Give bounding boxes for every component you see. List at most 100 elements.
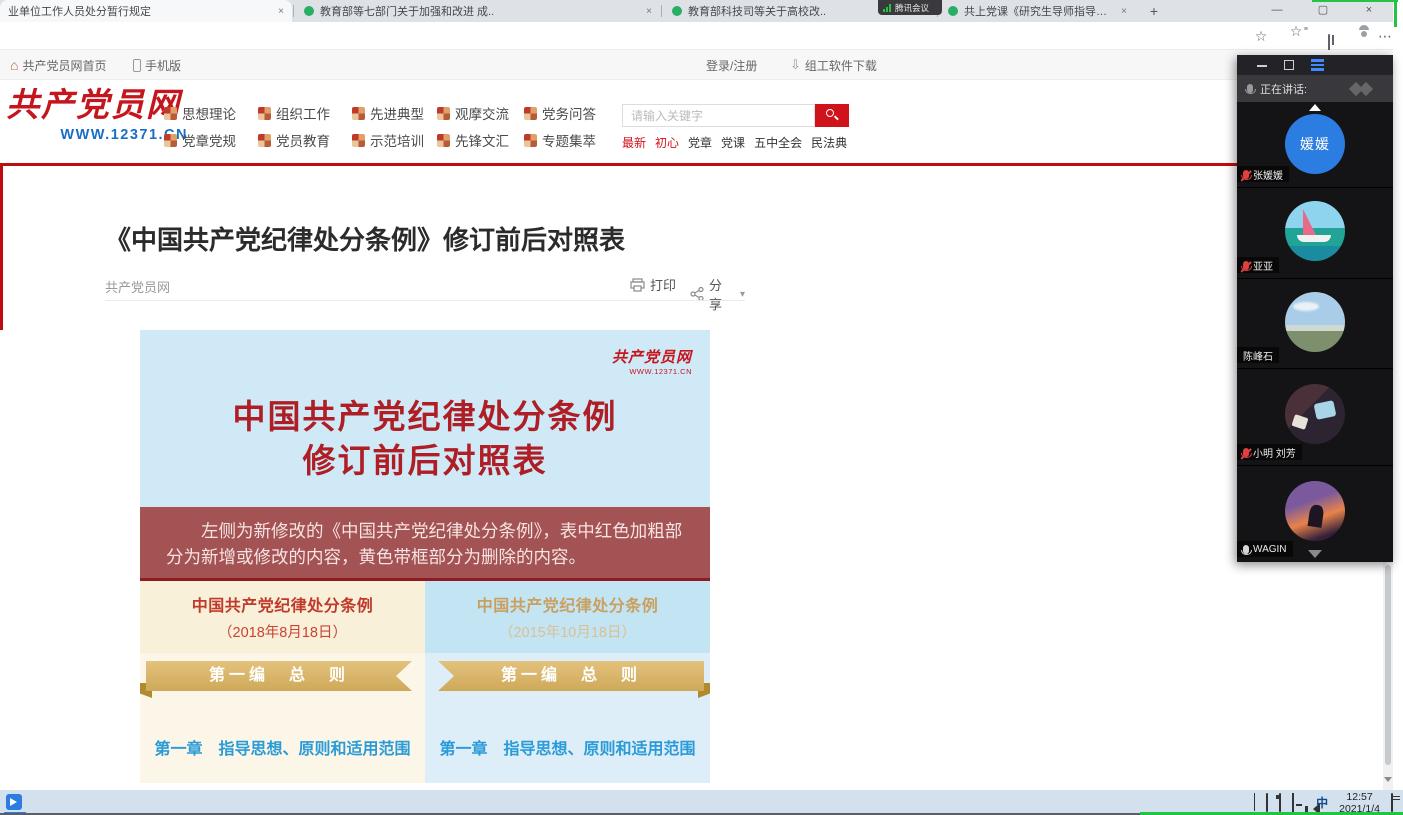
nav-item[interactable]: 党务问答 xyxy=(524,104,596,122)
hot-word[interactable]: 民法典 xyxy=(811,134,847,151)
browser-tab-2[interactable]: 教育部等七部门关于加强和改进 成.. × xyxy=(296,0,660,22)
tab-close-icon[interactable]: × xyxy=(278,6,284,17)
window-maximize-button[interactable]: ▢ xyxy=(1306,0,1340,20)
participant-name: 亚亚 xyxy=(1253,258,1273,273)
hot-word[interactable]: 党章 xyxy=(688,134,712,151)
poster-logo: 共产党员网 WWW.12371.CN xyxy=(612,350,692,376)
poster-notice-banner: 左侧为新修改的《中国共产党纪律处分条例》，表中红色加粗部分为新增或修改的内容，黄… xyxy=(140,507,710,578)
nav-item[interactable]: 示范培训 xyxy=(352,131,424,149)
page-scrollbar[interactable] xyxy=(1383,562,1393,790)
tray-display-icon[interactable] xyxy=(1292,794,1294,812)
nav-item[interactable]: 先锋文汇 xyxy=(437,131,509,149)
nav-item[interactable]: 观摩交流 xyxy=(437,104,509,122)
participant-video-tile[interactable]: 陈峰石 xyxy=(1237,279,1393,369)
tab-close-icon[interactable]: × xyxy=(646,6,652,17)
hot-word[interactable]: 党课 xyxy=(721,134,745,151)
home-icon: ⌂ xyxy=(10,57,18,73)
browser-tab-1[interactable]: 业单位工作人员处分暂行规定 × xyxy=(0,0,292,22)
participant-label: WAGIN xyxy=(1237,541,1293,557)
phone-icon xyxy=(133,59,141,72)
profile-avatar-icon[interactable] xyxy=(1348,27,1366,45)
right-column-title: 中国共产党纪律处分条例 xyxy=(425,592,710,616)
left-red-edge xyxy=(0,166,3,330)
site-home-link[interactable]: ⌂ 共产党员网首页 xyxy=(10,50,106,80)
search-button[interactable] xyxy=(815,104,849,127)
participant-name: WAGIN xyxy=(1253,544,1287,555)
nav-item[interactable]: 思想理论 xyxy=(164,104,236,122)
header-red-divider xyxy=(0,163,1393,166)
hot-word[interactable]: 最新 xyxy=(622,134,646,151)
article-meta: 共产党员网 打印 分享 ▾ xyxy=(105,272,745,298)
nav-label: 组织工作 xyxy=(276,103,330,123)
nav-item[interactable]: 组织工作 xyxy=(258,104,330,122)
panel-minimize-icon[interactable] xyxy=(1257,65,1267,67)
screen-share-indicator[interactable]: 腾讯会议 xyxy=(878,0,942,15)
right-chapter-heading: 第一章 指导思想、原则和适用范围 xyxy=(425,735,710,759)
print-button[interactable]: 打印 xyxy=(630,275,676,294)
mobile-version-link[interactable]: 手机版 xyxy=(133,50,181,80)
clock-time: 12:57 xyxy=(1339,791,1380,803)
poster-table-body: 第一编 总 则 第一编 总 则 第一章 指导思想、原则和适用范围 第一章 指导思… xyxy=(140,653,710,783)
participant-video-tile[interactable]: 亚亚 xyxy=(1237,188,1393,279)
share-icon xyxy=(690,287,704,301)
nav-label: 思想理论 xyxy=(182,103,236,123)
grid-icon xyxy=(164,134,177,147)
scroll-up-icon[interactable] xyxy=(1309,104,1321,111)
printer-icon xyxy=(630,278,645,292)
nav-item[interactable]: 专题集萃 xyxy=(524,131,596,149)
tab-close-icon[interactable]: × xyxy=(1121,6,1127,17)
hot-word[interactable]: 五中全会 xyxy=(754,134,802,151)
taskbar-app-icon[interactable] xyxy=(6,794,22,810)
search-input[interactable] xyxy=(623,105,814,126)
participant-video-tile[interactable]: 小明 刘芳 xyxy=(1237,369,1393,466)
software-download-link[interactable]: ⇩ 组工软件下载 xyxy=(790,50,877,80)
poster-blue-section: 共产党员网 WWW.12371.CN 中国共产党纪律处分条例 修订前后对照表 xyxy=(140,330,710,507)
taskbar-clock[interactable]: 12:57 2021/1/4 xyxy=(1339,791,1380,815)
participant-video-tile[interactable]: 媛媛 张媛媛 xyxy=(1237,102,1393,188)
window-close-button[interactable]: × xyxy=(1352,0,1386,20)
participant-name: 小明 刘芳 xyxy=(1253,445,1296,460)
meeting-watermark-icon xyxy=(1349,81,1379,97)
favorite-star-icon[interactable]: ☆ xyxy=(1252,27,1270,45)
tab-title: 业单位工作人员处分暂行规定 xyxy=(8,3,272,19)
grid-icon xyxy=(352,107,365,120)
left-column-title: 中国共产党纪律处分条例 xyxy=(140,592,425,616)
nav-item[interactable]: 党章党规 xyxy=(164,131,236,149)
new-tab-button[interactable]: + xyxy=(1145,2,1163,20)
nav-label: 党务问答 xyxy=(542,103,596,123)
ime-language-indicator[interactable]: 中 xyxy=(1316,794,1328,811)
hidden-icons-caret[interactable] xyxy=(1254,794,1255,812)
share-button[interactable]: 分享 ▾ xyxy=(690,275,745,313)
nav-item[interactable]: 先进典型 xyxy=(352,104,424,122)
scrollbar-down-arrow[interactable] xyxy=(1383,774,1393,786)
poster-logo-text: 共产党员网 xyxy=(612,350,692,367)
favorites-bar-icon[interactable]: ☆ xyxy=(1287,22,1305,40)
grid-icon xyxy=(437,134,450,147)
hot-word[interactable]: 初心 xyxy=(655,134,679,151)
tray-phone-icon[interactable] xyxy=(1266,794,1268,812)
login-register-link[interactable]: 登录/注册 xyxy=(706,50,757,80)
participant-video-tile[interactable]: WAGIN xyxy=(1237,466,1393,562)
browser-tab-4[interactable]: 共上党课《研究生导师指导行为.. × xyxy=(940,0,1135,22)
site-logo[interactable]: 共产党员网 WWW.12371.CN xyxy=(6,86,188,144)
browser-tab-bar: 业单位工作人员处分暂行规定 × 教育部等七部门关于加强和改进 成.. × 教育部… xyxy=(0,0,1393,22)
window-minimize-button[interactable]: — xyxy=(1260,0,1294,20)
panel-maximize-icon[interactable] xyxy=(1284,60,1294,70)
speaking-label: 正在讲话: xyxy=(1260,81,1307,97)
scrollbar-thumb[interactable] xyxy=(1385,565,1391,765)
left-column-date: （2018年8月18日） xyxy=(140,621,425,642)
browser-menu-icon[interactable]: ⋯ xyxy=(1376,27,1394,45)
collections-icon[interactable] xyxy=(1320,27,1338,45)
tray-usb-icon[interactable] xyxy=(1279,794,1281,812)
grid-icon xyxy=(164,107,177,120)
nav-item[interactable]: 党员教育 xyxy=(258,131,330,149)
mic-on-icon xyxy=(1243,545,1249,554)
poster-title-line2: 修订前后对照表 xyxy=(140,434,710,482)
scroll-down-icon[interactable] xyxy=(1308,550,1322,558)
action-center-icon[interactable] xyxy=(1391,794,1393,812)
hot-search-words: 最新 初心 党章 党课 五中全会 民法典 xyxy=(622,134,847,151)
grid-icon xyxy=(437,107,450,120)
panel-list-view-icon[interactable] xyxy=(1311,59,1324,71)
logo-calligraphy: 共产党员网 xyxy=(6,86,188,126)
nav-label: 示范培训 xyxy=(370,130,424,150)
